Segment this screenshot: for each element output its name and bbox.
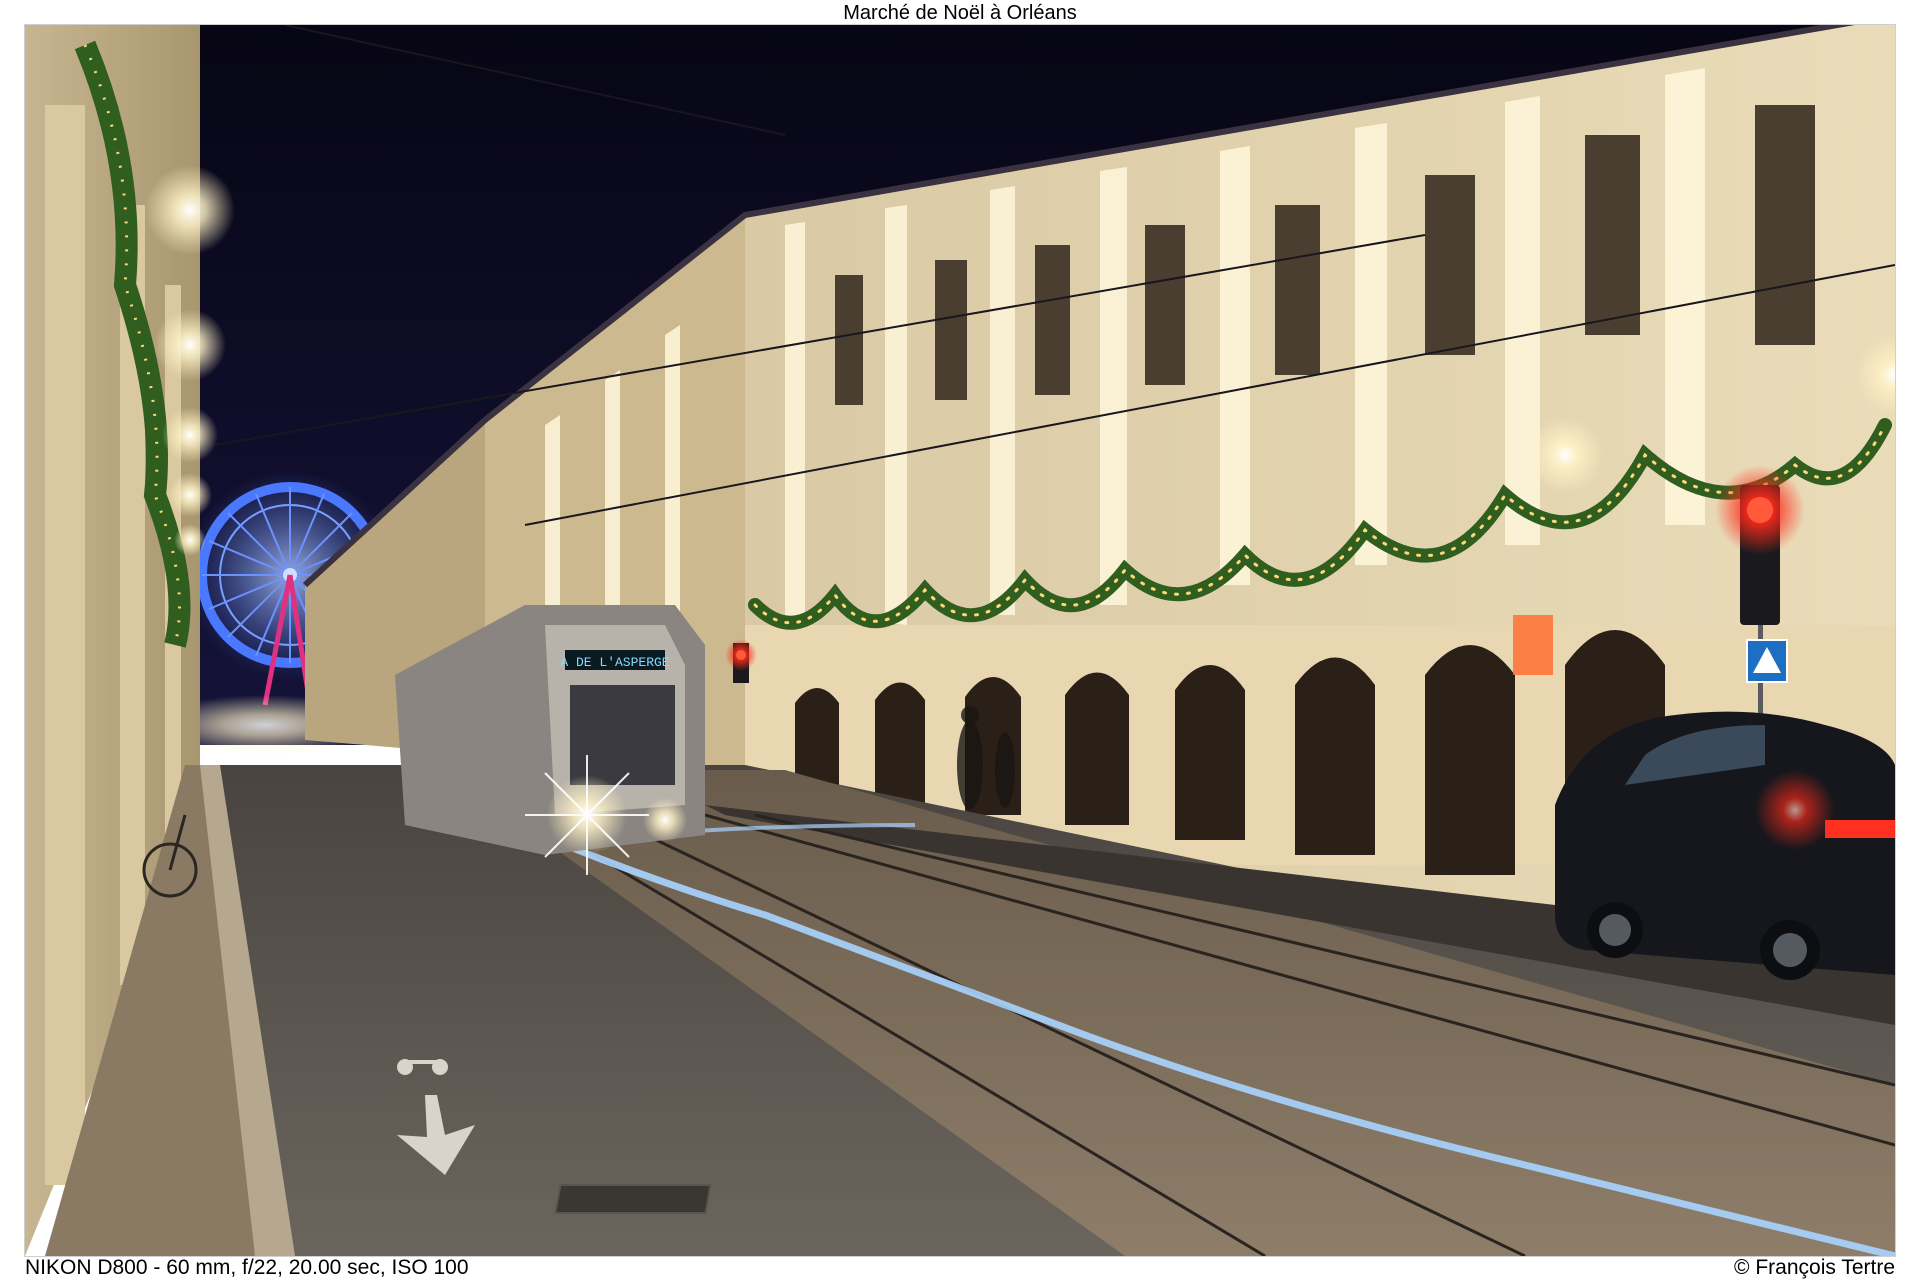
photo-frame: Marché de Noël à Orléans A DE L'ASPERGE …	[0, 0, 1920, 1281]
photo-title: Marché de Noël à Orléans	[843, 2, 1077, 24]
pedestrian-crossing-sign-icon	[1746, 639, 1788, 683]
street-photo: A DE L'ASPERGE	[24, 24, 1896, 1257]
manhole-cover	[554, 1184, 712, 1214]
street-scene: A DE L'ASPERGE	[25, 25, 1895, 1256]
photo-credit: © François Tertre	[1734, 1256, 1895, 1279]
car-icon	[1555, 711, 1895, 980]
exif-info: NIKON D800 - 60 mm, f/22, 20.00 sec, ISO…	[25, 1256, 469, 1279]
tram-destination-sign: A DE L'ASPERGE	[560, 655, 669, 670]
